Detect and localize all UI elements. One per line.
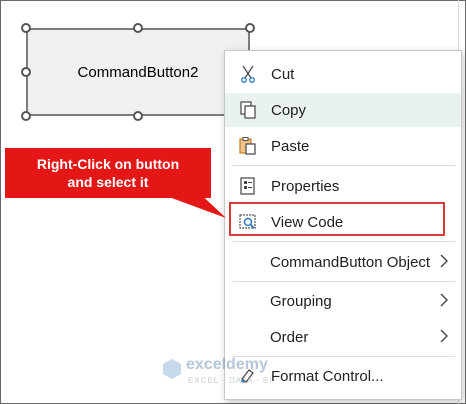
watermark-brand: exceldemy xyxy=(186,356,268,373)
callout-line-2: and select it xyxy=(67,174,149,190)
callout-pointer xyxy=(150,190,226,218)
instruction-callout: Right-Click on button and select it xyxy=(5,148,211,198)
callout-line-1: Right-Click on button xyxy=(36,156,180,172)
exceldemy-watermark: exceldemy EXCEL · DATA · BI xyxy=(162,356,312,390)
watermark-tagline: EXCEL · DATA · BI xyxy=(188,376,273,385)
exceldemy-logo-icon xyxy=(163,359,181,379)
